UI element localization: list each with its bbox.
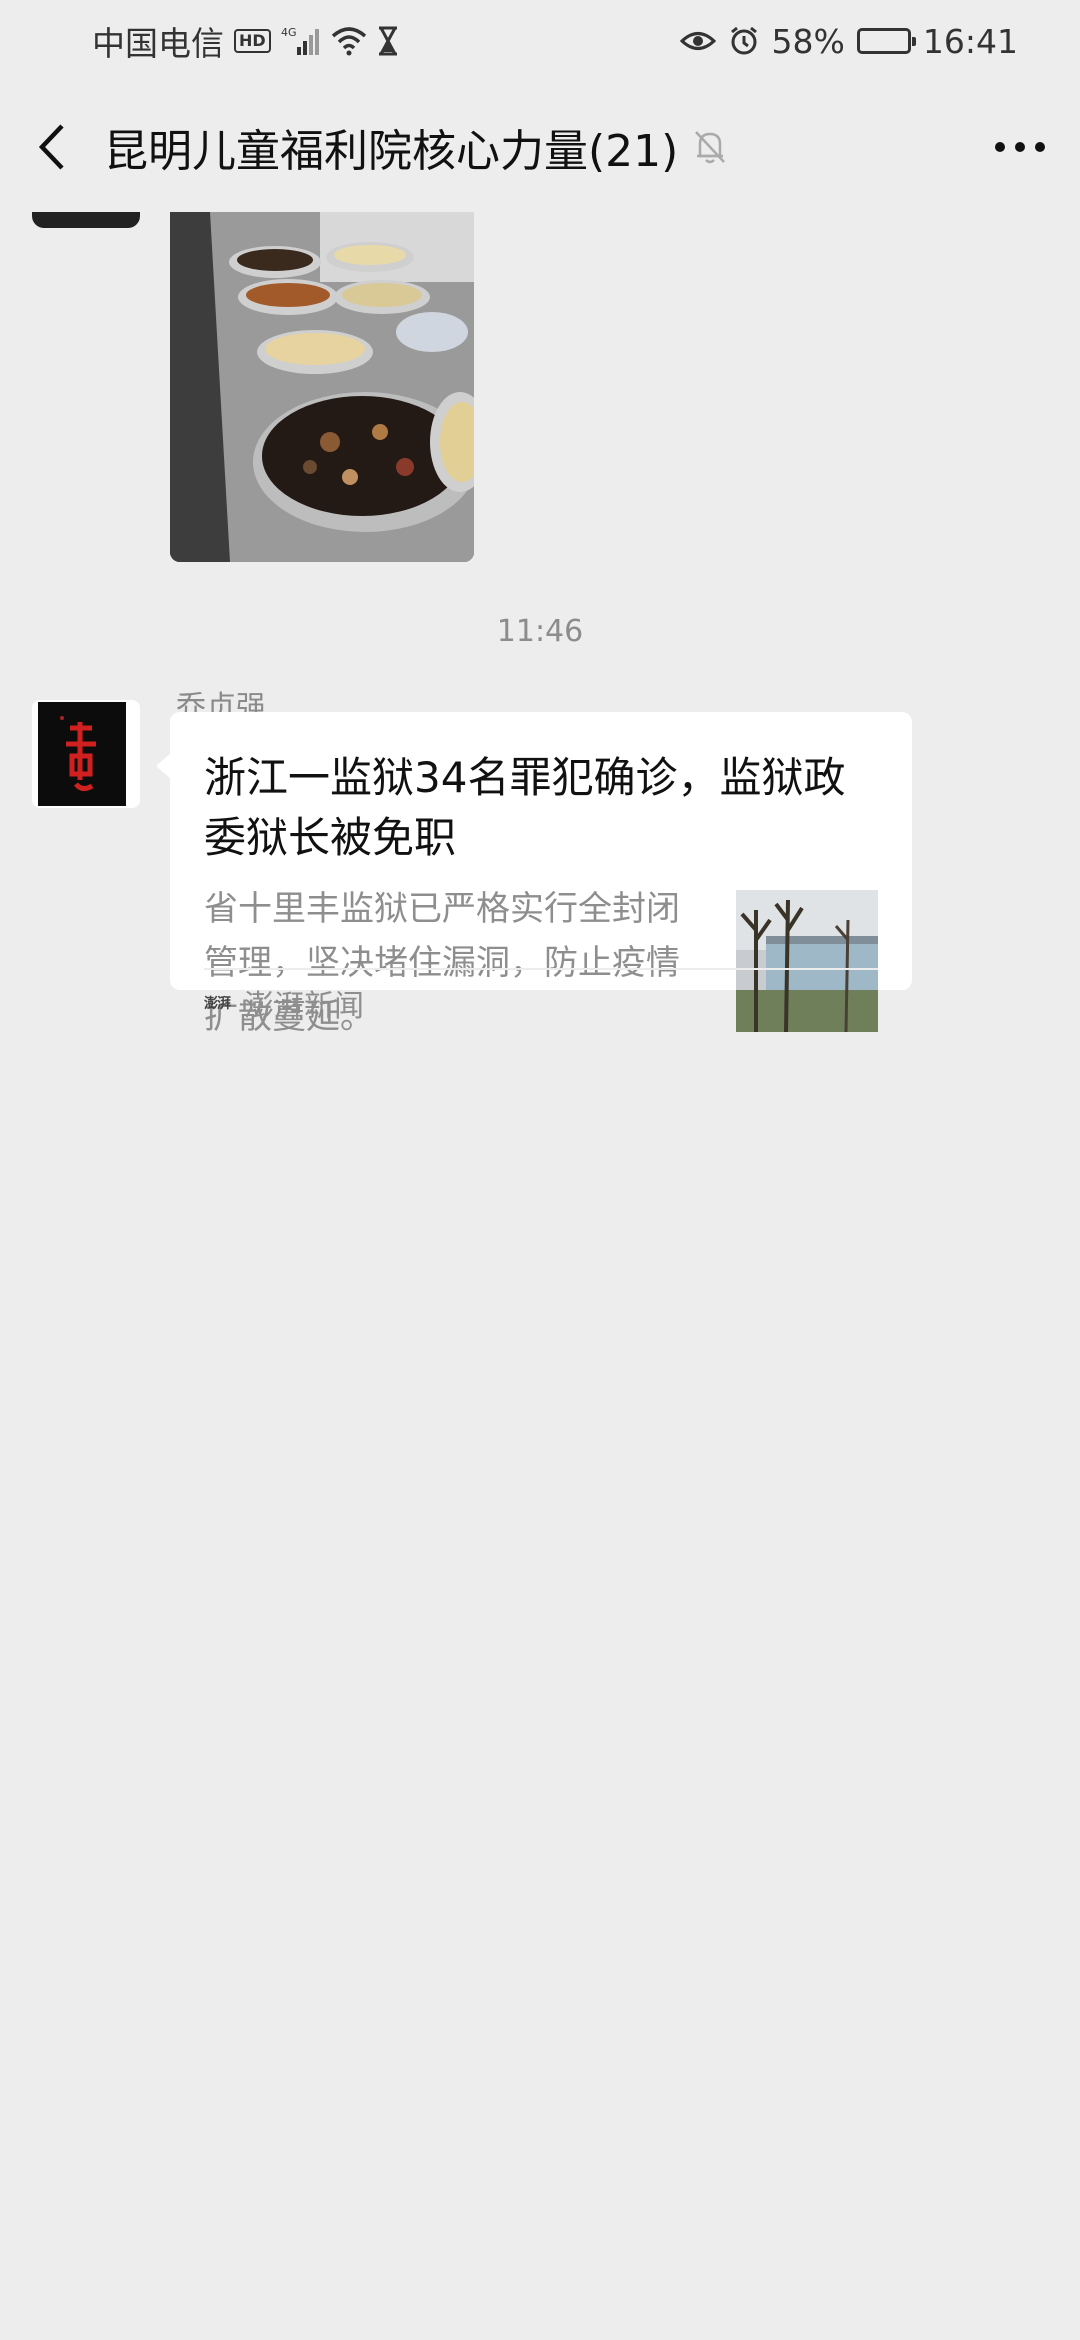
avatar[interactable] <box>32 212 140 228</box>
hourglass-icon <box>377 26 399 56</box>
carrier-label: 中国电信 <box>92 24 224 63</box>
message-timestamp: 11:46 <box>496 614 584 649</box>
status-time: 16:41 <box>922 21 1018 61</box>
avatar[interactable] <box>32 800 140 908</box>
back-button[interactable] <box>0 82 104 212</box>
more-button[interactable] <box>960 82 1080 212</box>
battery-percent: 58% <box>771 21 845 61</box>
avatar[interactable] <box>32 700 140 808</box>
food-photo <box>170 212 474 562</box>
link-card-footer: 澎湃 澎湃新闻 <box>204 946 878 1036</box>
battery-icon <box>856 28 916 54</box>
status-left: 中国电信 HD 4G <box>92 17 399 65</box>
link-card-source-row: 澎湃 澎湃新闻 <box>204 968 878 1036</box>
alarm-icon <box>728 25 760 57</box>
mute-bell-icon <box>692 128 728 166</box>
more-dots-icon <box>995 142 1045 152</box>
source-logo-icon: 澎湃 <box>204 996 231 1012</box>
network-type-label: 4G <box>281 26 297 39</box>
chat-title: 昆明儿童福利院核心力量(21) <box>104 126 679 177</box>
signal-icon: 4G <box>281 25 321 57</box>
chat-header: 昆明儿童福利院核心力量(21) <box>0 82 1080 212</box>
status-bar: 中国电信 HD 4G 58% 16:41 <box>0 0 1080 82</box>
link-card-title: 浙江一监狱34名罪犯确诊，监狱政委狱长被免职 <box>204 753 846 862</box>
back-arrow-icon <box>38 124 64 170</box>
fu-character-avatar-image <box>32 700 140 808</box>
chat-message-list[interactable]: 11:46 乔贞强 浙江一监狱34名罪犯确诊，监狱政委狱长被免职 省十里丰监狱已… <box>0 212 1080 2067</box>
eye-icon <box>679 28 716 54</box>
wifi-icon <box>331 26 367 56</box>
hd-badge-icon: HD <box>234 29 271 53</box>
image-message[interactable] <box>170 212 474 562</box>
status-right: 58% 16:41 <box>679 21 1018 61</box>
link-card-source: 澎湃新闻 <box>244 989 364 1024</box>
